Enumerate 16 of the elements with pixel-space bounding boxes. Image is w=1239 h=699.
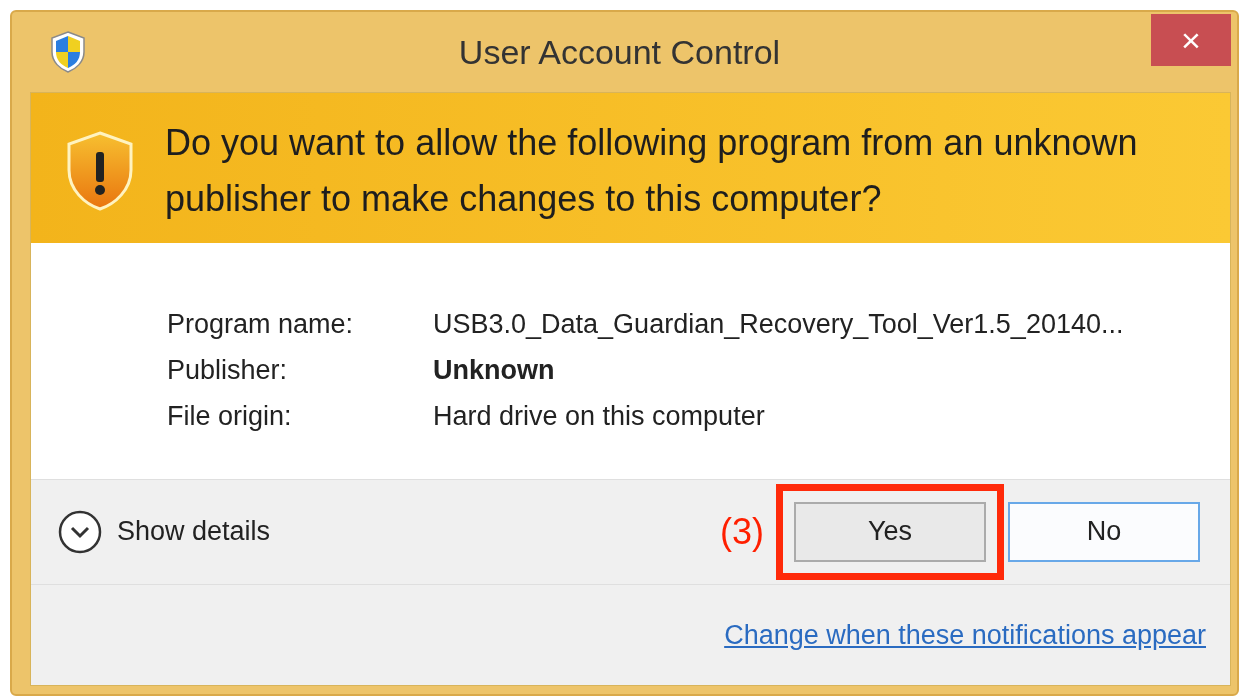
show-details-button[interactable]: Show details xyxy=(57,508,271,555)
field-label: Program name: xyxy=(167,307,355,341)
field-value: Hard drive on this computer xyxy=(433,399,766,433)
annotation-label: (3) xyxy=(720,509,764,554)
close-button[interactable]: × xyxy=(1151,14,1231,66)
window-title: User Account Control xyxy=(457,32,782,74)
shield-icon xyxy=(48,29,88,74)
question-text: Do you want to allow the following program from an unknown publisher to make changes to this computer? xyxy=(165,120,1139,221)
settings-link[interactable]: Change when these notifications appear xyxy=(724,614,1206,655)
field-value: Unknown xyxy=(433,353,556,387)
no-button[interactable]: No xyxy=(1008,501,1200,562)
field-value: USB3.0_Data_Guardian_Recovery_Tool_Ver1.5_20140... xyxy=(433,307,1125,341)
field-label: Publisher: xyxy=(167,353,289,387)
yes-button[interactable]: Yes xyxy=(794,501,986,562)
field-label: File origin: xyxy=(167,399,293,433)
warning-shield-icon xyxy=(65,129,135,212)
